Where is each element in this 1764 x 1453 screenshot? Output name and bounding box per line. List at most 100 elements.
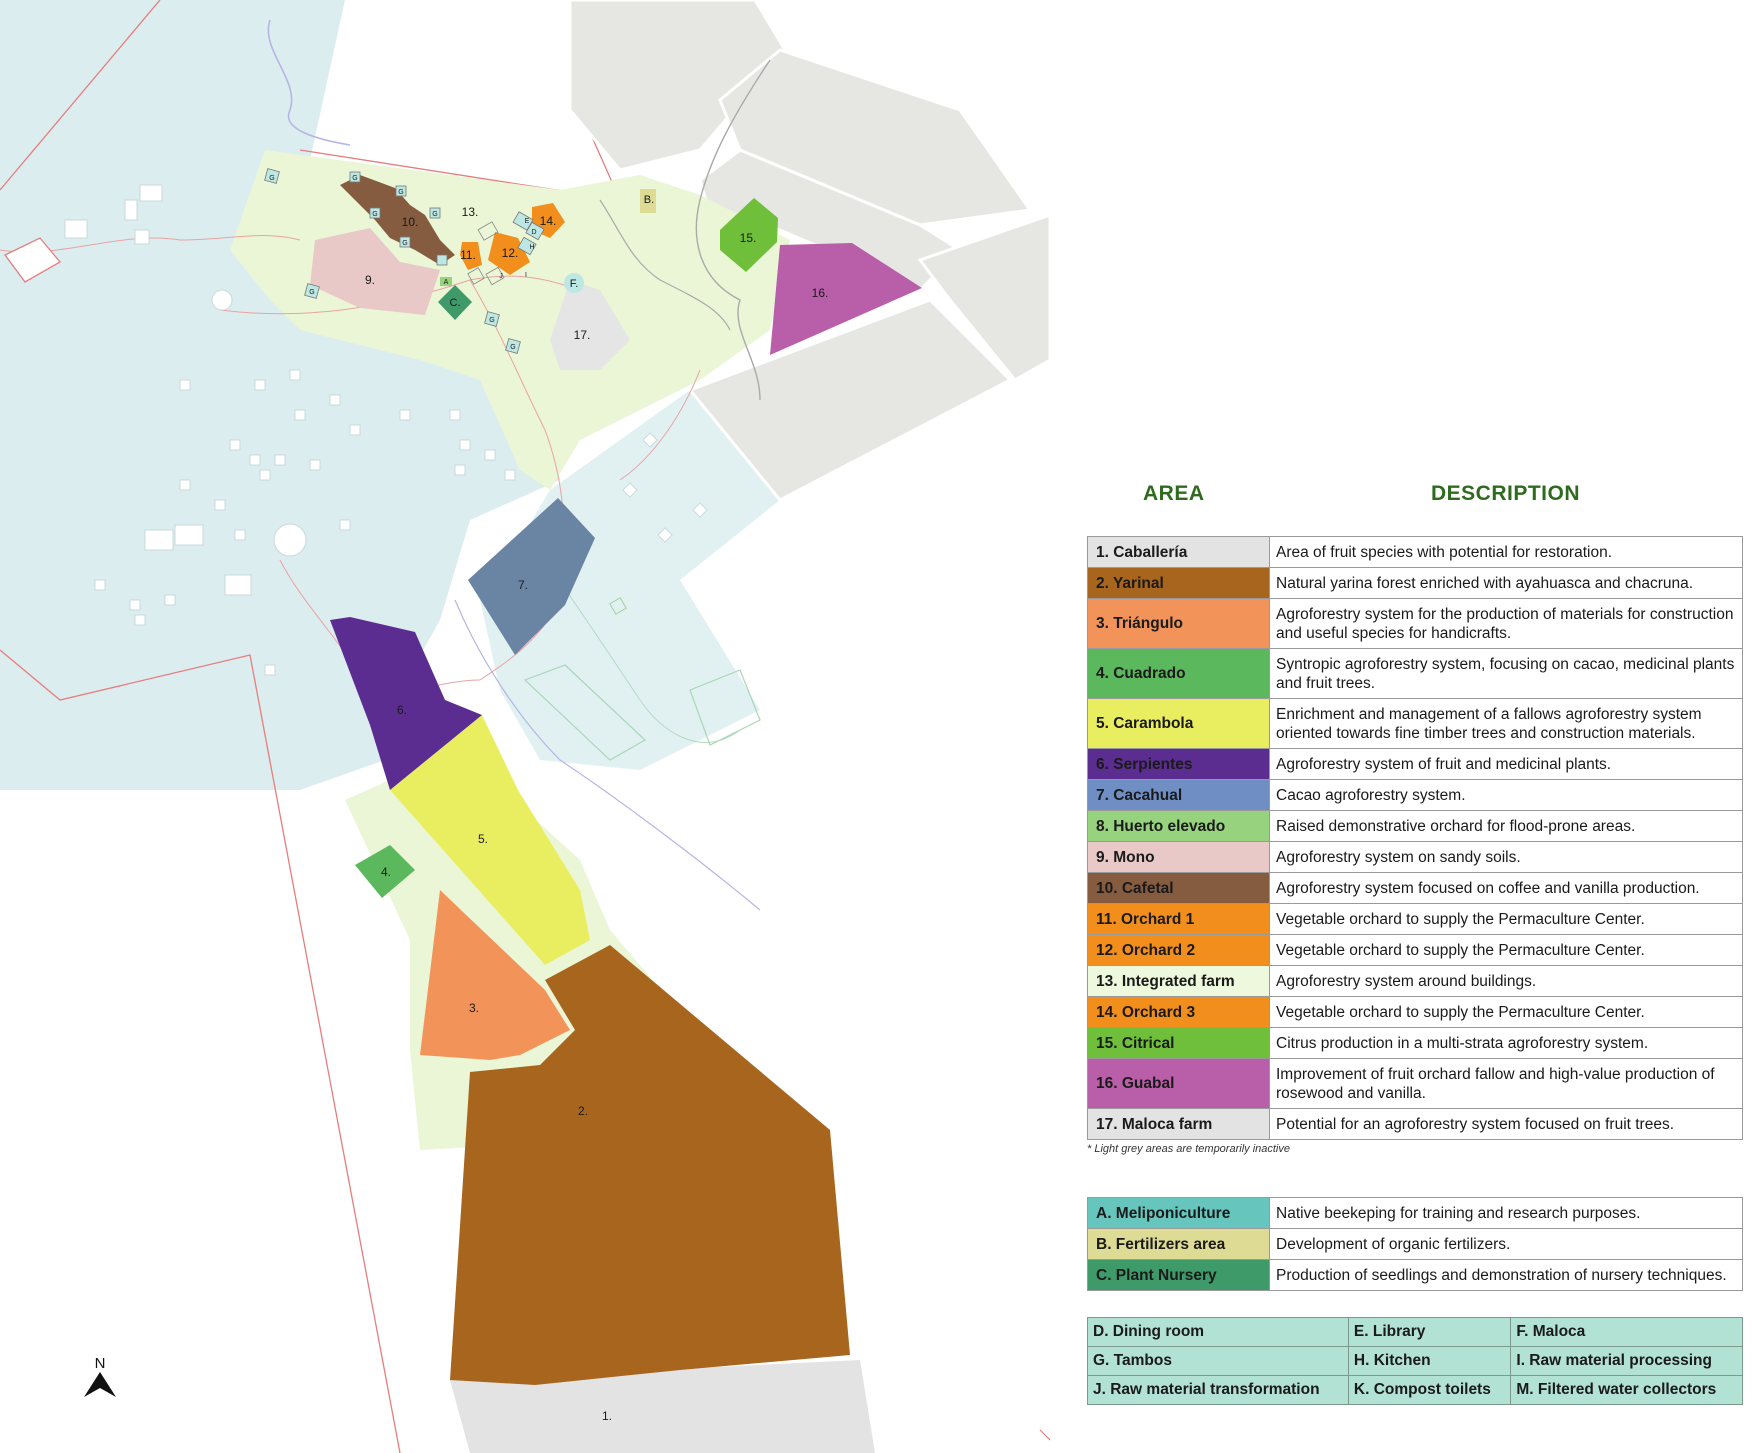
area-name: 3. Triángulo: [1087, 598, 1270, 649]
zone-label-13: 13.: [462, 205, 479, 219]
zone-label-16: 16.: [812, 286, 829, 300]
facilities-table: D. Dining room E. Library F. Maloca G. Tamb…: [1087, 1317, 1743, 1405]
area-header: AREA: [1143, 482, 1205, 505]
poi-label-c: C.: [450, 297, 461, 309]
area-row: 6. Serpientes Agroforestry system of frui…: [1087, 748, 1743, 780]
svg-text:E: E: [525, 218, 530, 225]
zone-label-9: 9.: [365, 273, 375, 287]
area-description: Enrichment and management of a fallows a…: [1269, 698, 1743, 749]
svg-text:H: H: [529, 244, 534, 251]
area-name: 10. Cafetal: [1087, 872, 1270, 904]
area-description: Area of fruit species with potential for…: [1269, 536, 1743, 568]
area-row: 14. Orchard 3 Vegetable orchard to supply…: [1087, 996, 1743, 1028]
north-arrow-icon: [84, 1372, 116, 1397]
area-description: Agroforestry system of fruit and medicin…: [1269, 748, 1743, 780]
points-table: A. Meliponiculture Native beekeping for t…: [1087, 1197, 1743, 1291]
poi-label-b: B.: [644, 194, 654, 206]
building-round-2: [273, 523, 307, 557]
area-name: 1. Caballería: [1087, 536, 1270, 568]
point-name: C. Plant Nursery: [1087, 1259, 1270, 1291]
zone-label-6: 6.: [397, 703, 407, 717]
zone-label-15: 15.: [740, 231, 757, 245]
forest-area-west: [0, 0, 560, 790]
area-name: 17. Maloca farm: [1087, 1108, 1270, 1140]
area-row: 9. Mono Agroforestry system on sandy soil…: [1087, 841, 1743, 873]
area-name: 15. Citrical: [1087, 1027, 1270, 1059]
site-map: 1. 2. 3. 4. 5. 6. 7. 9. 10. 11. 12. 13. …: [0, 0, 1050, 1453]
facility-cell: D. Dining room: [1087, 1317, 1349, 1347]
zone-label-1: 1.: [602, 1409, 612, 1423]
area-description: Natural yarina forest enriched with ayah…: [1269, 567, 1743, 599]
area-name: 7. Cacahual: [1087, 779, 1270, 811]
area-name: 8. Huerto elevado: [1087, 810, 1270, 842]
area-row: 2. Yarinal Natural yarina forest enriched…: [1087, 567, 1743, 599]
area-description: Raised demonstrative orchard for flood-p…: [1269, 810, 1743, 842]
area-row: 10. Cafetal Agroforestry system focused o…: [1087, 872, 1743, 904]
area-row: 13. Integrated farm Agroforestry system a…: [1087, 965, 1743, 997]
area-name: 5. Carambola: [1087, 698, 1270, 749]
point-row: C. Plant Nursery Production of seedlings …: [1087, 1259, 1743, 1291]
area-row: 11. Orchard 1 Vegetable orchard to supply…: [1087, 903, 1743, 935]
point-row: A. Meliponiculture Native beekeping for t…: [1087, 1197, 1743, 1229]
north-arrow: N: [84, 1355, 116, 1397]
svg-text:G: G: [432, 211, 437, 218]
point-name: B. Fertilizers area: [1087, 1228, 1270, 1260]
area-name: 11. Orchard 1: [1087, 903, 1270, 935]
area-description: Agroforestry system on sandy soils.: [1269, 841, 1743, 873]
area-name: 12. Orchard 2: [1087, 934, 1270, 966]
svg-text:G: G: [402, 240, 407, 247]
zone-label-7: 7.: [518, 578, 528, 592]
property-boundary-east: [1039, 1429, 1050, 1441]
description-header: DESCRIPTION: [1431, 482, 1581, 505]
area-name: 14. Orchard 3: [1087, 996, 1270, 1028]
area-name: 6. Serpientes: [1087, 748, 1270, 780]
svg-text:G: G: [269, 175, 274, 182]
area-row: 8. Huerto elevado Raised demonstrative or…: [1087, 810, 1743, 842]
area-description: Syntropic agroforestry system, focusing …: [1269, 648, 1743, 699]
area-name: 4. Cuadrado: [1087, 648, 1270, 699]
svg-text:G: G: [309, 289, 314, 296]
area-name: 2. Yarinal: [1087, 567, 1270, 599]
area-row: 15. Citrical Citrus production in a multi…: [1087, 1027, 1743, 1059]
point-name: A. Meliponiculture: [1087, 1197, 1270, 1229]
area-row: 12. Orchard 2 Vegetable orchard to supply…: [1087, 934, 1743, 966]
poi-label-f: F.: [570, 278, 579, 290]
area-description: Vegetable orchard to supply the Permacul…: [1269, 934, 1743, 966]
area-row: 4. Cuadrado Syntropic agroforestry system…: [1087, 648, 1743, 699]
area-description: Vegetable orchard to supply the Permacul…: [1269, 903, 1743, 935]
area-row: 16. Guabal Improvement of fruit orchard f…: [1087, 1058, 1743, 1109]
area-name: 16. Guabal: [1087, 1058, 1270, 1109]
area-description: Citrus production in a multi-strata agro…: [1269, 1027, 1743, 1059]
facility-cell: E. Library: [1347, 1317, 1512, 1347]
area-row: 17. Maloca farm Potential for an agrofore…: [1087, 1108, 1743, 1140]
svg-text:A: A: [444, 279, 449, 286]
svg-text:G: G: [398, 189, 403, 196]
zone-label-14: 14.: [540, 214, 557, 228]
area-description: Cacao agroforestry system.: [1269, 779, 1743, 811]
point-description: Native beekeping for training and resear…: [1269, 1197, 1743, 1229]
point-row: B. Fertilizers area Development of organi…: [1087, 1228, 1743, 1260]
zone-label-12: 12.: [502, 246, 519, 260]
zone-label-3: 3.: [469, 1001, 479, 1015]
svg-text:G: G: [352, 175, 357, 182]
facility-cell: G. Tambos: [1087, 1346, 1349, 1376]
svg-text:G: G: [510, 344, 515, 351]
zone-label-4: 4.: [381, 865, 391, 879]
inactive-note: * Light grey areas are temporarily inact…: [1087, 1143, 1290, 1155]
areas-table: 1. Caballería Area of fruit species with …: [1087, 536, 1743, 1140]
facility-cell: I. Raw material processing: [1510, 1346, 1743, 1376]
zone-label-2: 2.: [578, 1104, 588, 1118]
area-description: Improvement of fruit orchard fallow and …: [1269, 1058, 1743, 1109]
area-description: Agroforestry system for the production o…: [1269, 598, 1743, 649]
svg-text:D: D: [531, 229, 536, 236]
facility-cell: J. Raw material transformation: [1087, 1375, 1349, 1405]
svg-text:G: G: [372, 211, 377, 218]
facility-row: D. Dining room E. Library F. Maloca: [1087, 1317, 1743, 1347]
facility-row: J. Raw material transformation K. Compost…: [1087, 1375, 1743, 1405]
area-description: Agroforestry system around buildings.: [1269, 965, 1743, 997]
facility-cell: K. Compost toilets: [1347, 1375, 1512, 1405]
svg-text:I: I: [525, 272, 527, 279]
area-description: Agroforestry system focused on coffee an…: [1269, 872, 1743, 904]
north-label: N: [95, 1355, 106, 1372]
svg-text:G: G: [489, 317, 494, 324]
